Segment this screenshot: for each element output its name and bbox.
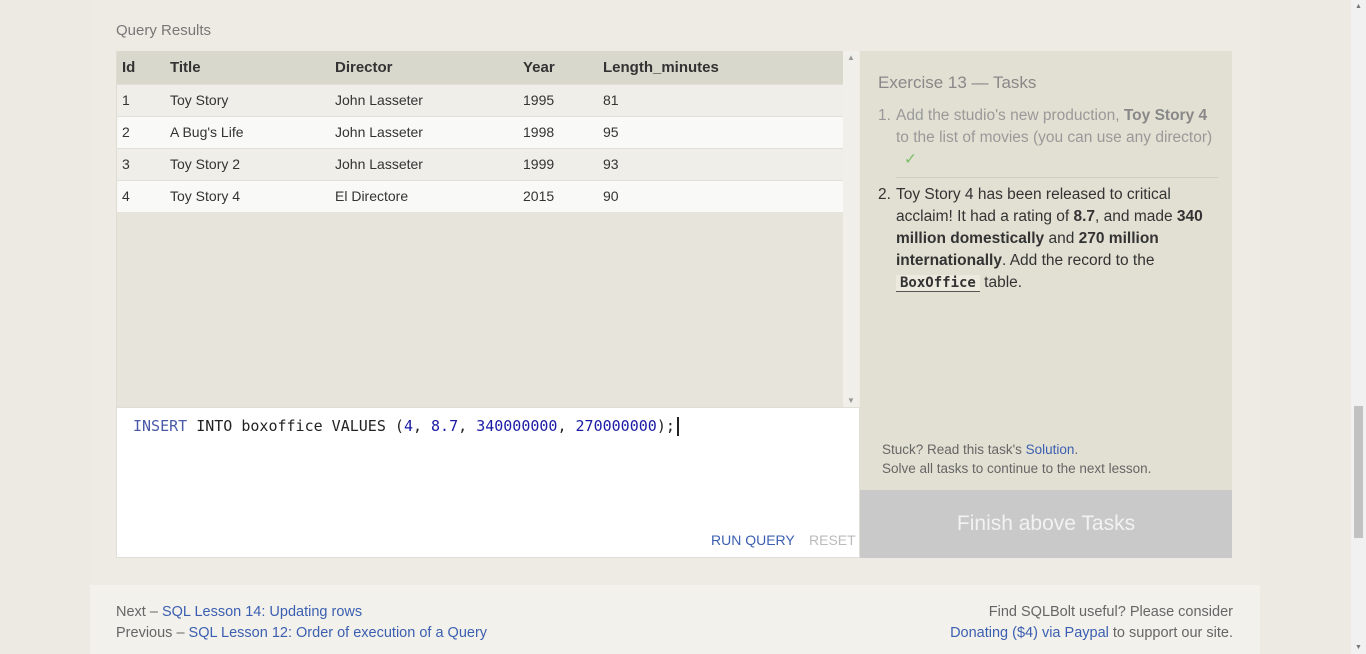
column-header: Id [117,51,165,84]
table-cell: 93 [598,147,843,180]
table-cell: El Directore [330,179,518,212]
tasks-panel: Exercise 13 — Tasks 1. Add the studio's … [860,51,1232,490]
table-cell: Toy Story 4 [165,179,330,212]
task-number: 1. [878,107,891,124]
stuck-text: . [1074,442,1079,457]
task-text-part: and [1044,230,1079,247]
donation-text: Find SQLBolt useful? Please consider [988,604,1233,620]
previous-prefix: Previous – [116,625,189,641]
column-header: Director [330,51,518,84]
sql-comma: , [458,417,477,435]
task-text-part: . Add the record to the [1001,252,1155,269]
task-text-part: to the list of movies (you can use any d… [896,129,1213,146]
table-cell: 2015 [518,179,598,212]
page-scroll-thumb[interactable] [1354,406,1363,538]
scroll-up-arrow-icon[interactable]: ▲ [847,53,855,62]
task-text-part: , and made [1095,208,1177,225]
table-cell: 1998 [518,115,598,148]
stuck-text: Stuck? Read this task's [882,442,1026,457]
query-results-panel: Id Title Director Year Length_minutes 1 … [116,51,858,407]
task-text-part: table. [979,274,1023,291]
table-cell: 81 [598,83,843,116]
task-text: Add the studio's new production, Toy Sto… [896,105,1218,171]
table-cell: 90 [598,179,843,212]
sql-code-line[interactable]: INSERT INTO boxoffice VALUES (4, 8.7, 34… [133,417,679,436]
task-list: 1. Add the studio's new production, Toy … [878,105,1218,294]
page-scroll-down-icon[interactable]: ▼ [1355,644,1362,651]
task-divider [896,177,1218,178]
donation-note: Find SQLBolt useful? Please consider Don… [950,602,1233,644]
table-row: 4 Toy Story 4 El Directore 2015 90 [117,179,843,212]
column-header: Length_minutes [598,51,843,84]
results-scrollbar[interactable]: ▲ ▼ [843,51,859,407]
page-scroll-up-icon[interactable]: ▲ [1355,3,1362,10]
table-cell: 1 [117,83,165,116]
table-cell: 4 [117,179,165,212]
table-row: 3 Toy Story 2 John Lasseter 1999 93 [117,147,843,180]
table-cell: 2 [117,115,165,148]
table-cell: 1999 [518,147,598,180]
table-cell: John Lasseter [330,115,518,148]
table-cell: A Bug's Life [165,115,330,148]
task-item-2: 2. Toy Story 4 has been released to crit… [878,184,1218,294]
sql-keyword: INSERT [133,417,188,435]
table-cell: 3 [117,147,165,180]
next-prefix: Next – [116,604,162,620]
sql-comma: , [412,417,432,435]
sql-text: ); [656,417,675,435]
sql-editor[interactable]: INSERT INTO boxoffice VALUES (4, 8.7, 34… [116,407,860,558]
table-cell: 1995 [518,83,598,116]
table-row: 1 Toy Story John Lasseter 1995 81 [117,83,843,116]
page-scrollbar[interactable]: ▲ ▼ [1351,0,1366,654]
tasks-title: Exercise 13 — Tasks [878,73,1037,92]
table-header-row: Id Title Director Year Length_minutes [117,51,843,84]
sql-number: 270000000 [575,417,657,435]
task-number: 2. [878,186,891,203]
finish-tasks-button[interactable]: Finish above Tasks [860,490,1232,558]
lesson-navigation: Next – SQL Lesson 14: Updating rows Prev… [116,602,487,644]
column-header: Title [165,51,330,84]
task-text-part: Add the studio's new production, [896,107,1124,124]
column-header: Year [518,51,598,84]
text-cursor [676,417,679,436]
solve-note: Solve all tasks to continue to the next … [882,461,1152,476]
table-cell: John Lasseter [330,147,518,180]
sql-number: 8.7 [431,417,459,435]
table-cell: Toy Story [165,83,330,116]
solution-link[interactable]: Solution [1026,442,1075,457]
sql-number: 340000000 [476,417,558,435]
checkmark-icon: ✓ [904,151,917,168]
task-text-bold: 8.7 [1073,208,1096,225]
results-table: Id Title Director Year Length_minutes 1 … [117,51,843,212]
donation-text: to support our site. [1108,625,1233,641]
table-cell: John Lasseter [330,83,518,116]
table-name-code: BoxOffice [896,275,980,292]
next-lesson-link[interactable]: SQL Lesson 14: Updating rows [162,604,362,620]
query-results-label: Query Results [116,22,212,39]
previous-lesson-link[interactable]: SQL Lesson 12: Order of execution of a Q… [189,625,488,641]
stuck-hint: Stuck? Read this task's Solution. Solve … [882,440,1151,478]
run-query-button[interactable]: RUN QUERY [711,532,795,548]
sql-number: 4 [403,417,413,435]
sql-comma: , [557,417,576,435]
task-text-bold: Toy Story 4 [1123,107,1208,124]
task-text: Toy Story 4 has been released to critica… [896,184,1218,294]
table-cell: 95 [598,115,843,148]
sql-text: INTO boxoffice VALUES ( [187,417,404,435]
task-item-1: 1. Add the studio's new production, Toy … [878,105,1218,171]
table-cell: Toy Story 2 [165,147,330,180]
donate-link[interactable]: Donating ($4) via Paypal [950,625,1109,641]
scroll-down-arrow-icon[interactable]: ▼ [847,396,855,405]
table-row: 2 A Bug's Life John Lasseter 1998 95 [117,115,843,148]
reset-button[interactable]: RESET [809,532,856,548]
